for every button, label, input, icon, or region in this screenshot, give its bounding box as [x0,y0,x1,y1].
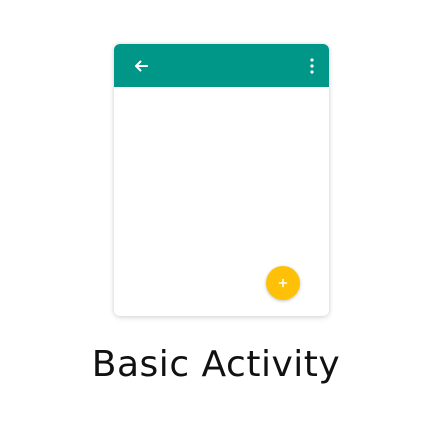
app-bar [114,44,329,87]
template-preview-card[interactable] [114,44,329,316]
back-arrow-icon [135,60,148,72]
template-name: Basic Activity [91,344,341,385]
plus-icon [278,278,288,288]
more-vert-icon [310,58,314,74]
template-tile[interactable]: Basic Activity [0,0,432,432]
floating-action-button [266,266,300,300]
